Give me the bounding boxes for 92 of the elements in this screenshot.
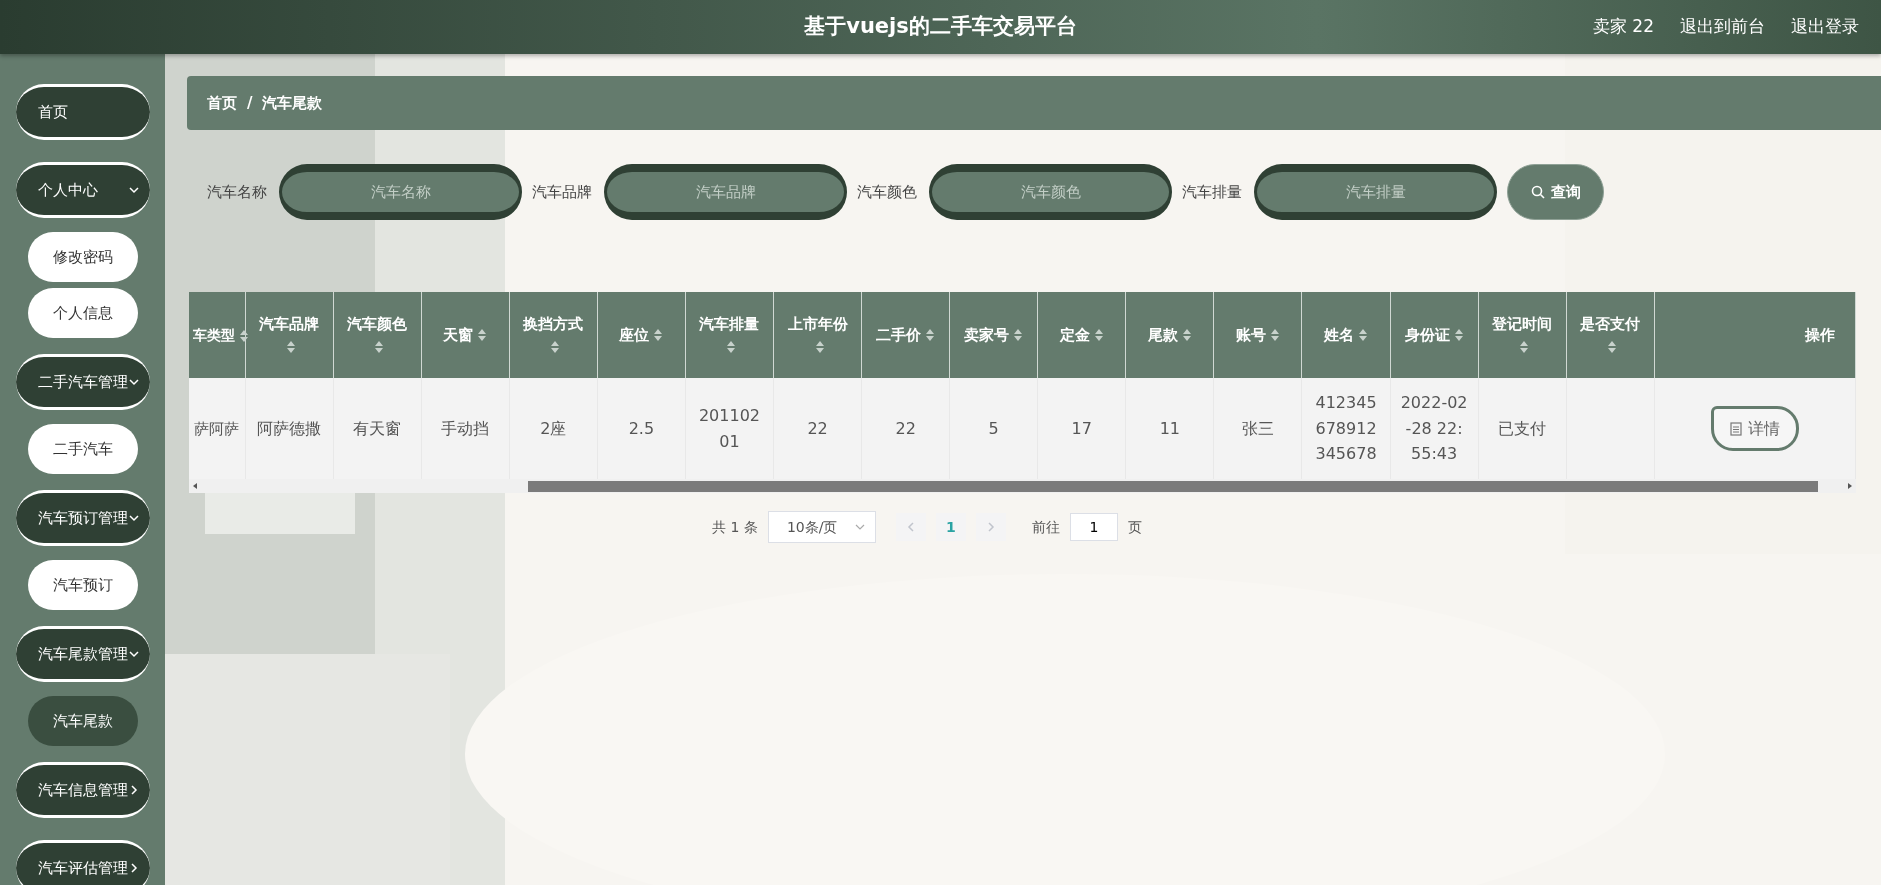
search-field[interactable]: 汽车品牌 bbox=[604, 164, 847, 220]
sidebar-subitem[interactable]: 汽车尾款 bbox=[27, 696, 138, 746]
page-number[interactable]: 1 bbox=[935, 513, 966, 541]
table-cell: 张三 bbox=[1213, 378, 1302, 479]
search-field[interactable]: 汽车颜色 bbox=[929, 164, 1172, 220]
sort-icon[interactable] bbox=[239, 328, 249, 343]
table-cell: 22 bbox=[861, 378, 950, 479]
sidebar-subitem[interactable]: 二手汽车 bbox=[27, 424, 138, 474]
column-header[interactable]: 换挡方式 bbox=[509, 292, 598, 378]
sidebar-item[interactable]: 汽车评估管理 bbox=[15, 840, 150, 885]
sort-icon[interactable] bbox=[1358, 328, 1368, 343]
column-header[interactable]: 天窗 bbox=[421, 292, 510, 378]
table-cell: 11 bbox=[1125, 378, 1214, 479]
header-link[interactable]: 退出登录 bbox=[1791, 14, 1859, 40]
column-header[interactable]: 座位 bbox=[597, 292, 686, 378]
sort-icon[interactable] bbox=[653, 328, 664, 343]
sidebar-item[interactable]: 首页 bbox=[15, 84, 150, 140]
caret-icon bbox=[854, 522, 865, 532]
field-label: 汽车名称 bbox=[207, 181, 267, 203]
table-cell: 萨阿萨 bbox=[189, 378, 246, 479]
sort-icon[interactable] bbox=[374, 339, 385, 354]
sort-icon[interactable] bbox=[1013, 328, 1024, 343]
breadcrumb-current: 汽车尾款 bbox=[262, 92, 323, 114]
table-cell: 20110201 bbox=[685, 378, 774, 479]
field-label: 汽车颜色 bbox=[857, 181, 917, 203]
field-label: 汽车品牌 bbox=[532, 181, 592, 203]
field-label: 汽车排量 bbox=[1182, 181, 1242, 203]
chevron-right-icon bbox=[986, 522, 995, 532]
table-cell: 22 bbox=[773, 378, 862, 479]
sort-icon[interactable] bbox=[1607, 339, 1618, 354]
sidebar-subitem[interactable]: 汽车预订 bbox=[27, 560, 138, 610]
column-header[interactable]: 尾款 bbox=[1125, 292, 1214, 378]
sort-icon[interactable] bbox=[550, 339, 561, 354]
sort-icon[interactable] bbox=[286, 339, 297, 354]
column-header[interactable]: 车类型 bbox=[189, 292, 246, 378]
table-cell: 2.5 bbox=[597, 378, 686, 479]
page-size-select[interactable]: 10条/页 bbox=[767, 511, 876, 543]
sort-icon[interactable] bbox=[1181, 328, 1192, 343]
page-suffix: 页 bbox=[1127, 517, 1142, 537]
table-cell: 手动挡 bbox=[421, 378, 510, 479]
document-icon bbox=[1729, 421, 1742, 436]
column-header[interactable]: 二手价 bbox=[861, 292, 950, 378]
table-cell: 5 bbox=[949, 378, 1038, 479]
sort-icon[interactable] bbox=[477, 328, 488, 343]
sort-icon[interactable] bbox=[1453, 328, 1464, 343]
user-name: 卖家 22 bbox=[1592, 15, 1654, 39]
sidebar-item[interactable]: 二手汽车管理 bbox=[15, 354, 150, 410]
table-cell: 阿萨德撒 bbox=[245, 378, 334, 479]
column-header[interactable]: 姓名 bbox=[1302, 292, 1391, 378]
column-header: 操作 bbox=[1654, 292, 1856, 378]
sort-icon[interactable] bbox=[726, 339, 737, 354]
sort-icon[interactable] bbox=[814, 339, 825, 354]
scrollbar-thumb[interactable] bbox=[528, 480, 1818, 492]
column-header[interactable]: 定金 bbox=[1037, 292, 1126, 378]
table-cell: 17 bbox=[1037, 378, 1126, 479]
search-field[interactable]: 汽车排量 bbox=[1254, 164, 1497, 220]
column-header[interactable]: 汽车排量 bbox=[685, 292, 774, 378]
column-header[interactable]: 是否支付 bbox=[1566, 292, 1655, 378]
column-header[interactable]: 汽车颜色 bbox=[333, 292, 422, 378]
column-header[interactable]: 卖家号 bbox=[949, 292, 1038, 378]
sort-icon[interactable] bbox=[925, 328, 936, 343]
table-cell: 2022-02-28 22:55:43 bbox=[1390, 378, 1479, 479]
goto-label: 前往 bbox=[1031, 517, 1060, 537]
breadcrumb-link[interactable]: 首页 bbox=[207, 91, 237, 115]
total-count: 共 1 条 bbox=[712, 517, 758, 537]
column-header[interactable]: 身份证 bbox=[1390, 292, 1479, 378]
horizontal-scrollbar[interactable] bbox=[189, 479, 1856, 493]
sidebar-item[interactable]: 个人中心 bbox=[15, 162, 150, 218]
search-field[interactable]: 汽车名称 bbox=[279, 164, 522, 220]
table-cell: 有天窗 bbox=[333, 378, 422, 479]
column-header[interactable]: 上市年份 bbox=[773, 292, 862, 378]
sidebar-item[interactable]: 汽车尾款管理 bbox=[15, 626, 150, 682]
sidebar-item[interactable]: 汽车信息管理 bbox=[15, 762, 150, 818]
sidebar-item[interactable]: 汽车预订管理 bbox=[15, 490, 150, 546]
details-button[interactable]: 详情 bbox=[1710, 405, 1799, 452]
table-cell: 2座 bbox=[509, 378, 598, 479]
chevron-left-icon bbox=[906, 522, 915, 532]
table-cell: 412345678912345678 bbox=[1302, 378, 1391, 479]
breadcrumb-separator: / bbox=[247, 92, 253, 114]
column-header[interactable]: 登记时间 bbox=[1478, 292, 1567, 378]
sidebar-subitem[interactable]: 修改密码 bbox=[27, 232, 138, 282]
search-icon bbox=[1530, 185, 1545, 199]
app-title: 基于vuejs的二手车交易平台 bbox=[804, 13, 1077, 41]
sort-icon[interactable] bbox=[1093, 328, 1104, 343]
sort-icon[interactable] bbox=[1519, 339, 1530, 354]
sort-icon[interactable] bbox=[1269, 328, 1280, 343]
table-cell: 已支付 bbox=[1478, 378, 1567, 479]
page-input[interactable]: 1 bbox=[1069, 513, 1118, 541]
column-header[interactable]: 账号 bbox=[1213, 292, 1302, 378]
sidebar-subitem[interactable]: 个人信息 bbox=[27, 288, 138, 338]
column-header[interactable]: 汽车品牌 bbox=[245, 292, 334, 378]
header-link[interactable]: 退出到前台 bbox=[1680, 14, 1765, 40]
